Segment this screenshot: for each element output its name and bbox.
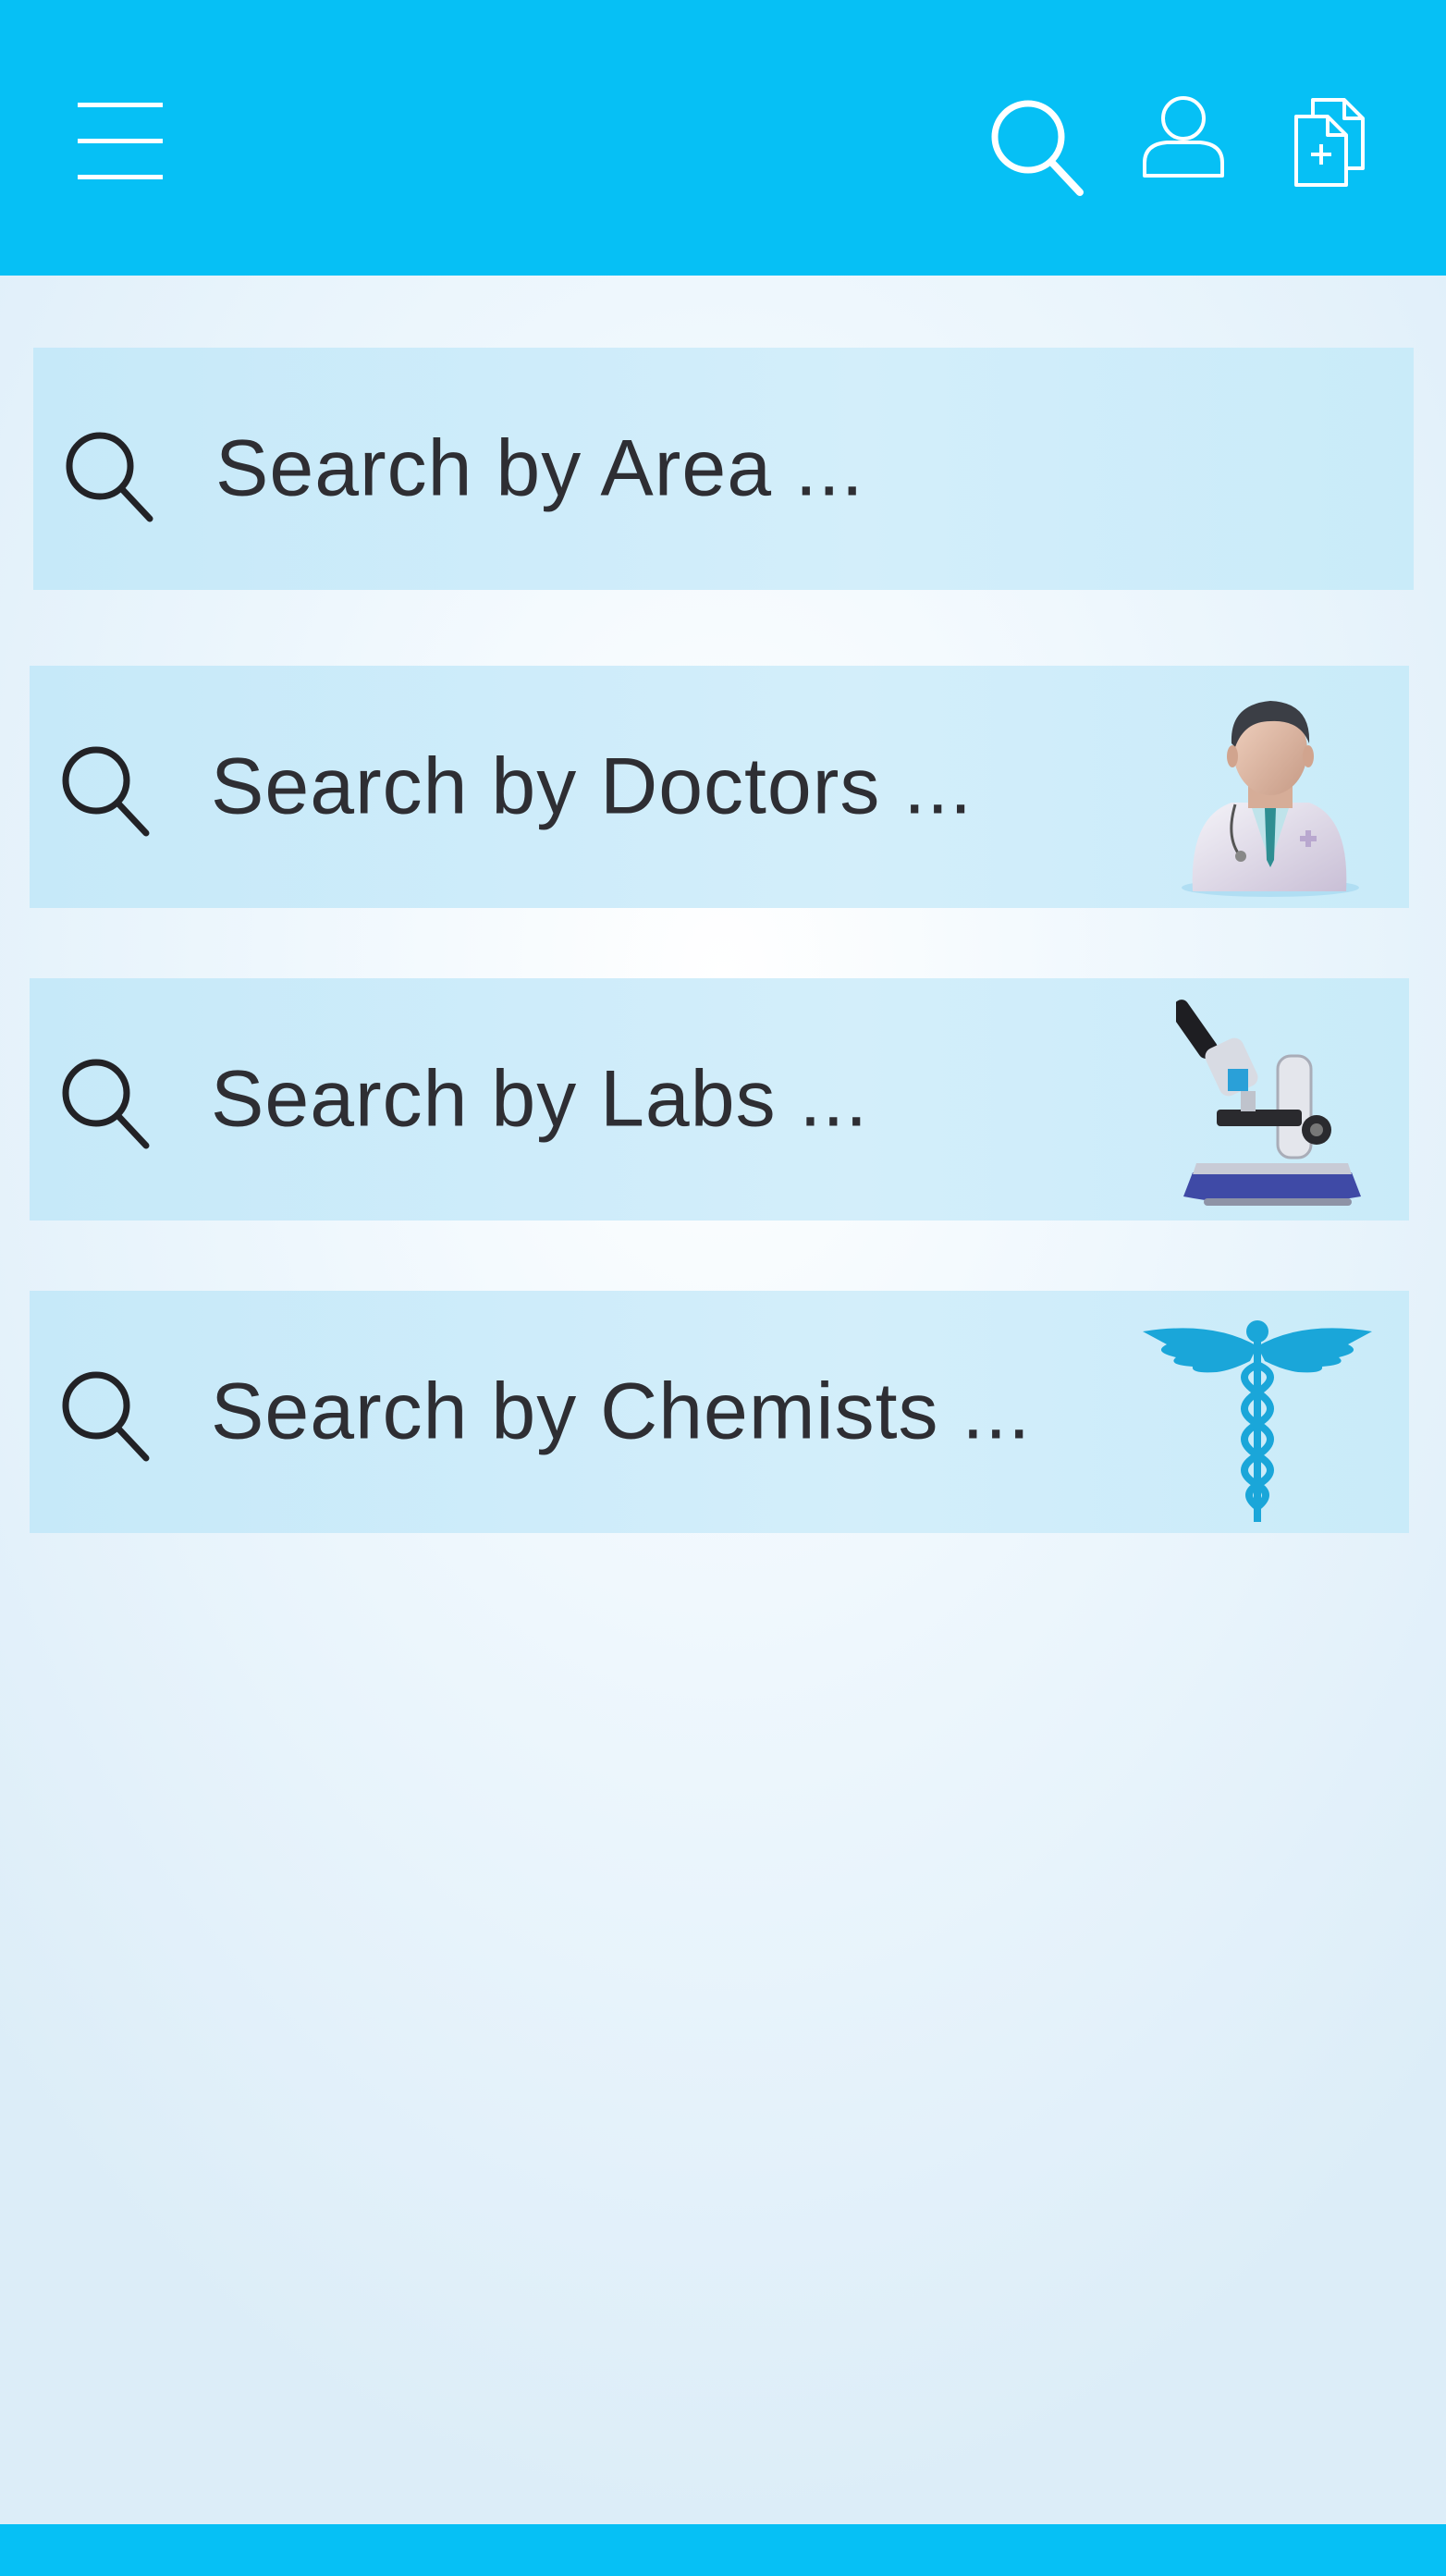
header-search-button[interactable]	[986, 96, 1087, 198]
doctor-icon	[1161, 679, 1379, 899]
search-icon	[55, 1367, 153, 1465]
user-profile-icon	[1143, 96, 1224, 178]
search-icon	[55, 742, 153, 840]
search-by-doctors-placeholder: Search by Doctors ...	[211, 742, 973, 831]
add-document-button[interactable]	[1293, 96, 1368, 189]
profile-button[interactable]	[1139, 94, 1228, 187]
search-by-chemists-field[interactable]: Search by Chemists ...	[30, 1291, 1409, 1533]
search-by-labs-placeholder: Search by Labs ...	[211, 1054, 869, 1144]
search-by-labs-field[interactable]: Search by Labs ...	[30, 978, 1409, 1221]
microscope-icon	[1176, 991, 1370, 1213]
search-by-area-field[interactable]: Search by Area ...	[33, 348, 1414, 590]
hamburger-menu-icon	[78, 103, 163, 179]
add-document-icon	[1294, 98, 1365, 187]
search-icon	[991, 100, 1084, 196]
top-app-bar	[0, 0, 1446, 276]
bottom-bar	[0, 2524, 1446, 2576]
search-by-area-placeholder: Search by Area ...	[215, 423, 864, 513]
caduceus-icon	[1139, 1304, 1376, 1526]
search-icon	[59, 427, 157, 525]
search-icon	[55, 1054, 153, 1152]
menu-button[interactable]	[74, 97, 166, 185]
search-by-doctors-field[interactable]: Search by Doctors ...	[30, 666, 1409, 908]
search-by-chemists-placeholder: Search by Chemists ...	[211, 1367, 1032, 1456]
